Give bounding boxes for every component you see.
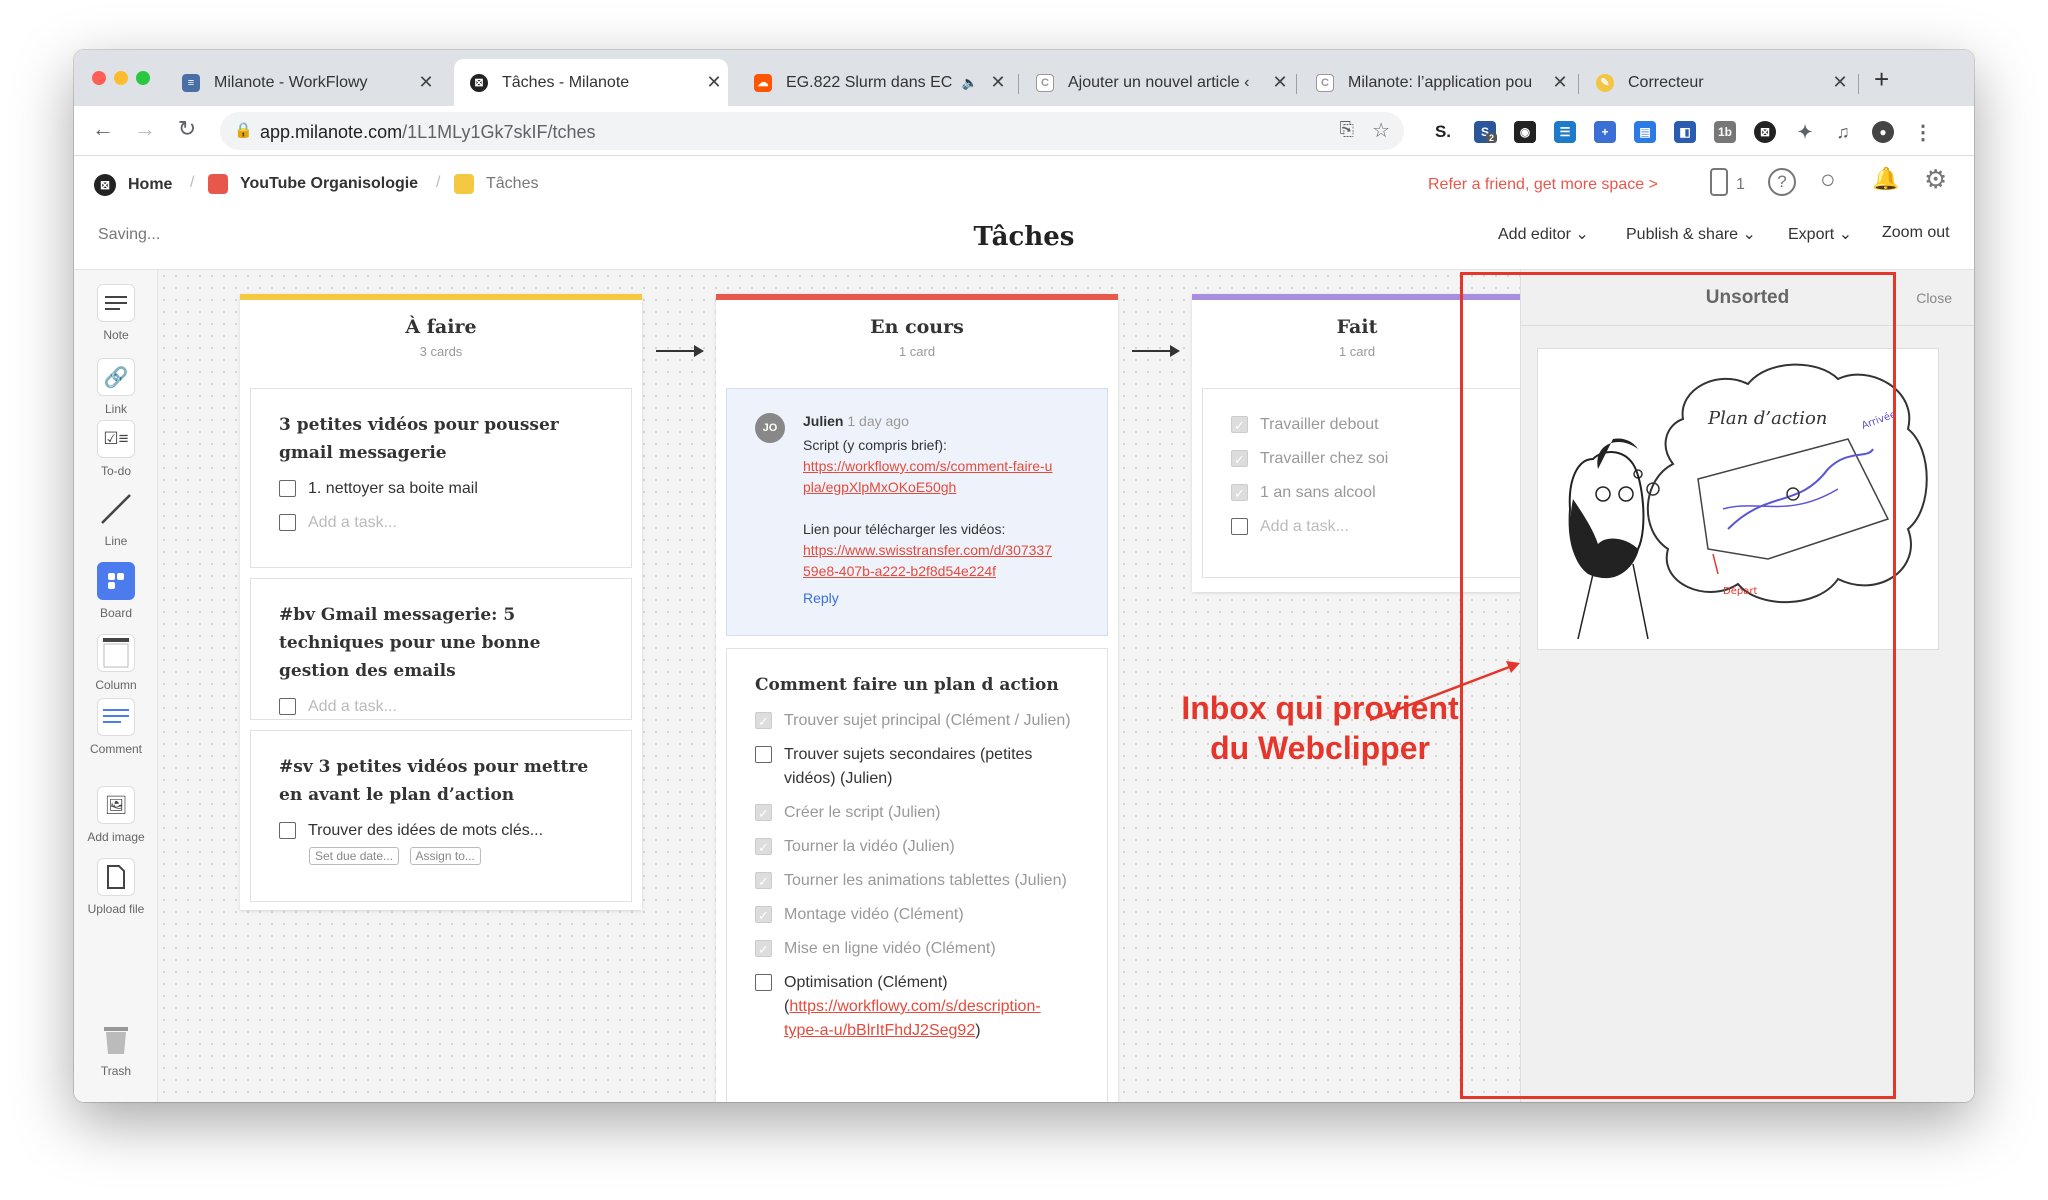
extension-glasses-icon[interactable]: ◉ — [1514, 121, 1536, 143]
tab-strip: ≡ Milanote - WorkFlowy ✕ ⊠ Tâches - Mila… — [74, 50, 1974, 106]
extensions-puzzle-icon[interactable]: ✦ — [1794, 121, 1816, 143]
close-tab-icon[interactable]: ✕ — [1826, 72, 1854, 93]
correcteur-icon: ✎ — [1596, 73, 1614, 92]
extension-1b-icon[interactable]: 1b — [1714, 121, 1736, 143]
chevron-down-icon: ⌄ — [1742, 226, 1756, 243]
close-tab-icon[interactable]: ✕ — [700, 72, 728, 93]
tab-title: Milanote: l’application pou — [1348, 73, 1533, 91]
extension-cast-icon[interactable]: ◧ — [1674, 121, 1696, 143]
tab-taches-milanote[interactable]: ⊠ Tâches - Milanote ✕ — [454, 59, 728, 106]
device-icon[interactable] — [1710, 168, 1728, 196]
extension-skype-icon[interactable]: S2 — [1474, 121, 1498, 143]
tab-title: EG.822 Slurm dans EC — [786, 73, 953, 91]
board-color-icon — [454, 174, 474, 194]
url-path: /1L1MLy1Gk7skIF/tches — [402, 122, 596, 142]
tab-correcteur[interactable]: ✎ Correcteur ✕ — [1580, 59, 1854, 106]
back-icon[interactable]: ← — [88, 116, 118, 142]
tab-separator — [1578, 74, 1579, 94]
zoom-window-button[interactable] — [136, 71, 150, 85]
extension-milanote-icon[interactable]: ⊠ — [1754, 121, 1776, 143]
extension-s-icon[interactable]: S. — [1432, 121, 1454, 143]
workflowy-icon: ≡ — [182, 73, 200, 92]
url-host: app.milanote.com — [260, 122, 403, 142]
media-control-icon[interactable]: ♫ — [1832, 121, 1854, 143]
tab-title: Ajouter un nouvel article ‹ — [1068, 73, 1250, 91]
publish-share-button[interactable]: Publish & share ⌄ — [1626, 224, 1756, 244]
install-app-icon[interactable]: ⎘ — [1340, 119, 1354, 140]
annotation-label: Inbox qui provient du Webclipper — [1130, 688, 1510, 768]
close-tab-icon[interactable]: ✕ — [412, 72, 440, 93]
milanote-icon: ⊠ — [470, 73, 488, 92]
extension-calendar-icon[interactable]: ▤ — [1634, 121, 1656, 143]
url-text: app.milanote.com/1L1MLy1Gk7skIF/tches — [260, 122, 596, 143]
audio-playing-icon: 🔈 — [961, 74, 978, 90]
lock-icon: 🔒 — [234, 122, 253, 139]
breadcrumb-current[interactable]: Tâches — [454, 174, 538, 194]
chevron-down-icon: ⌄ — [1575, 226, 1589, 243]
tab-ajouter-article[interactable]: C Ajouter un nouvel article ‹ ✕ — [1020, 59, 1294, 106]
extension-plus-icon[interactable]: + — [1594, 121, 1616, 143]
breadcrumb-separator: / — [436, 174, 441, 191]
annotation-line: du Webclipper — [1210, 730, 1430, 766]
device-count: 1 — [1736, 176, 1745, 193]
annotation-highlight-box — [1460, 272, 1896, 1099]
breadcrumb-board-label: YouTube Organisologie — [240, 175, 419, 192]
chevron-down-icon: ⌄ — [1838, 226, 1853, 243]
milanote-logo-icon: ⊠ — [94, 174, 116, 196]
soundcloud-icon: ☁ — [754, 73, 772, 92]
close-window-button[interactable] — [92, 71, 106, 85]
settings-gear-icon[interactable]: ⚙ — [1924, 164, 1947, 195]
close-tab-icon[interactable]: ✕ — [984, 72, 1012, 93]
search-icon[interactable]: ○ — [1820, 164, 1836, 195]
zoom-out-button[interactable]: Zoom out — [1882, 224, 1950, 242]
tab-milanote-application[interactable]: C Milanote: l’application pou ✕ — [1300, 59, 1574, 106]
forward-icon[interactable]: → — [130, 116, 160, 142]
board-color-icon — [208, 174, 228, 194]
app-header: ⊠ Home / YouTube Organisologie / Tâches … — [74, 156, 1974, 270]
tab-workflowy[interactable]: ≡ Milanote - WorkFlowy ✕ — [166, 59, 440, 106]
close-tab-icon[interactable]: ✕ — [1546, 72, 1574, 93]
new-tab-button[interactable]: + — [1874, 64, 1889, 95]
extension-list-icon[interactable]: ☰ — [1554, 121, 1576, 143]
breadcrumb-home[interactable]: ⊠ Home — [94, 174, 172, 196]
address-bar[interactable]: 🔒 app.milanote.com/1L1MLy1Gk7skIF/tches … — [220, 112, 1404, 150]
page-icon: C — [1316, 73, 1334, 92]
browser-toolbar: ← → ↻ 🔒 app.milanote.com/1L1MLy1Gk7skIF/… — [74, 106, 1974, 156]
tab-separator — [1296, 74, 1297, 94]
tab-title: Correcteur — [1628, 73, 1704, 91]
breadcrumb-board[interactable]: YouTube Organisologie — [208, 174, 418, 194]
bookmark-star-icon[interactable]: ☆ — [1372, 118, 1390, 143]
annotation-line: Inbox qui provient — [1181, 690, 1459, 726]
breadcrumb-home-label: Home — [128, 176, 173, 193]
export-label: Export — [1788, 226, 1835, 243]
add-editor-button[interactable]: Add editor ⌄ — [1498, 224, 1589, 244]
tab-title: Tâches - Milanote — [502, 73, 630, 91]
breadcrumb-separator: / — [190, 174, 195, 191]
profile-avatar[interactable]: ● — [1872, 121, 1894, 143]
page-icon: C — [1036, 73, 1054, 92]
export-button[interactable]: Export ⌄ — [1788, 224, 1852, 244]
tab-separator — [1018, 74, 1019, 94]
reload-icon[interactable]: ↻ — [172, 116, 202, 142]
extension-badge: 2 — [1486, 133, 1498, 143]
tab-separator — [1858, 74, 1859, 94]
help-icon[interactable]: ? — [1768, 168, 1796, 196]
close-tab-icon[interactable]: ✕ — [1266, 72, 1294, 93]
breadcrumb-current-label: Tâches — [486, 175, 539, 192]
refer-friend-link[interactable]: Refer a friend, get more space > — [1428, 176, 1658, 194]
notifications-bell-icon[interactable]: 🔔 — [1872, 166, 1899, 192]
tab-soundcloud[interactable]: ☁ EG.822 Slurm dans EC 🔈 ✕ — [738, 59, 1012, 106]
browser-menu-icon[interactable]: ⋮ — [1912, 121, 1934, 144]
tab-title: Milanote - WorkFlowy — [214, 73, 368, 91]
minimize-window-button[interactable] — [114, 71, 128, 85]
add-editor-label: Add editor — [1498, 226, 1571, 243]
publish-share-label: Publish & share — [1626, 226, 1739, 243]
